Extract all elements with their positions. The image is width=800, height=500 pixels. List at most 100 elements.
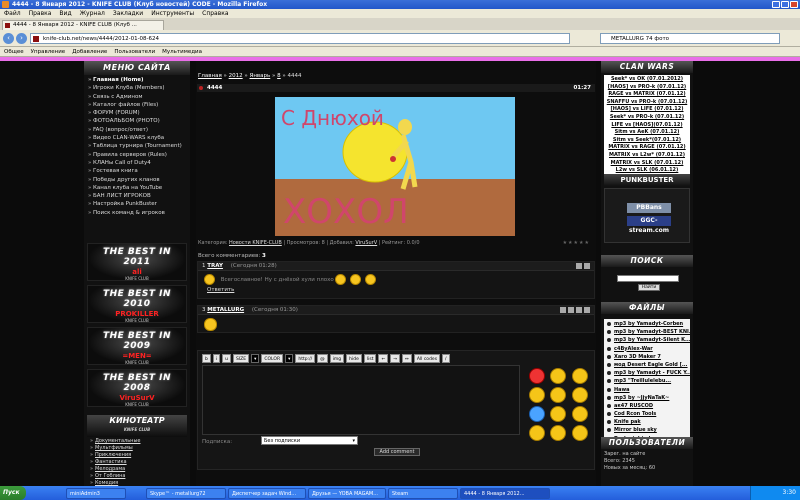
menu-item[interactable]: ФОТОАЛЬБОМ (PHOTO) xyxy=(88,117,188,125)
best-2011-banner[interactable]: THE BEST IN 2011 ali KNIFE CLUB xyxy=(87,243,187,281)
file-item[interactable]: mp3 by ~JjyNaTaK~ xyxy=(607,394,690,402)
best-2010-banner[interactable]: THE BEST IN 2010 PROKILLER KNIFE CLUB xyxy=(87,285,187,323)
pbbans-badge[interactable]: PBBans xyxy=(627,203,671,213)
menu-edit[interactable]: Правка xyxy=(29,10,52,17)
breadcrumb-year[interactable]: 2012 xyxy=(229,73,243,79)
file-item[interactable]: Knife pak xyxy=(607,418,690,426)
smiley-icon[interactable] xyxy=(550,368,567,384)
best-2008-banner[interactable]: THE BEST IN 2008 ViruSurV KNIFE CLUB xyxy=(87,369,187,407)
war-item[interactable]: [HAOS] vs LIFE (07.01.12) xyxy=(604,106,690,114)
smiley-icon[interactable] xyxy=(550,387,567,403)
menu-item[interactable]: Правила серверов (Rules) xyxy=(88,151,188,159)
smiley-icon[interactable] xyxy=(550,406,567,422)
menu-item[interactable]: Связь с Админом xyxy=(88,93,188,101)
bold-button[interactable]: b xyxy=(202,354,211,363)
italic-button[interactable]: i xyxy=(212,354,221,363)
file-item[interactable]: Xaro 3D Maker 7 xyxy=(607,353,690,361)
comment-rate-icon[interactable] xyxy=(576,263,582,269)
link-button[interactable]: http:// xyxy=(295,354,316,363)
post-image[interactable]: С Днюхой ХОХОЛ xyxy=(275,97,515,236)
tab-active[interactable]: 4444 - 8 Января 2012 - KNIFE CLUB (Клуб … xyxy=(2,20,164,30)
bookmark-add[interactable]: Добавление xyxy=(72,49,107,55)
taskbar-item[interactable]: Steam xyxy=(388,487,458,499)
search-field[interactable]: METALLURG 74 фото xyxy=(600,33,780,44)
underline-button[interactable]: u xyxy=(222,354,231,363)
menu-item[interactable]: КЛАНы Call of Duty4 xyxy=(88,159,188,167)
smiley-icon[interactable] xyxy=(529,425,546,441)
menu-bookmarks[interactable]: Закладки xyxy=(113,10,143,17)
back-button[interactable]: ‹ xyxy=(3,33,14,44)
menu-item[interactable]: БАН ЛИСТ ИГРОКОВ xyxy=(88,192,188,200)
taskbar-item[interactable]: Skype™ - metallurg72 xyxy=(146,487,226,499)
comment-quote-icon[interactable] xyxy=(584,307,590,313)
menu-item[interactable]: Главная (Home) xyxy=(88,76,188,84)
menu-item[interactable]: Видео CLAN-WARS клуба xyxy=(88,134,188,142)
taskbar-item[interactable]: Диспетчер задач Wind... xyxy=(228,487,306,499)
smiley-icon[interactable] xyxy=(529,387,546,403)
hide-button[interactable]: hide xyxy=(346,354,362,363)
email-button[interactable]: @ xyxy=(317,354,328,363)
rating-stars[interactable]: ★★★★★ xyxy=(563,240,590,247)
comment-edit-icon[interactable] xyxy=(568,307,574,313)
war-item[interactable]: Seek* vs OK (07.01.2012) xyxy=(604,76,690,84)
add-comment-button[interactable]: Add comment xyxy=(374,448,420,456)
forward-button[interactable]: › xyxy=(16,33,27,44)
comment-author[interactable]: METALLURG xyxy=(207,307,244,313)
minimize-button[interactable] xyxy=(772,1,780,8)
menu-item[interactable]: ФОРУМ (FORUM) xyxy=(88,109,188,117)
war-item[interactable]: LIFE vs [HAOS](07.01.12) xyxy=(604,122,690,130)
img-button[interactable]: img xyxy=(329,354,345,363)
comment-author[interactable]: TRAY xyxy=(207,263,223,269)
file-item[interactable]: mp3 by Yamadyt-BEST KNI... xyxy=(607,328,690,336)
url-bar[interactable]: knife-club.net/news/4444/2012-01-08-624 xyxy=(30,33,570,44)
war-item[interactable]: SNAFFU vs PRO-k (07.01.12) xyxy=(604,99,690,107)
bookmark-media[interactable]: Мультимедиа xyxy=(162,49,202,55)
file-item[interactable]: mp3 by Yamadyt-Corben xyxy=(607,320,690,328)
align-right-button[interactable]: → xyxy=(390,354,401,363)
smiley-icon[interactable] xyxy=(550,425,567,441)
breadcrumb-home[interactable]: Главная xyxy=(198,73,222,79)
menu-item[interactable]: Гостевая книга xyxy=(88,167,188,175)
menu-view[interactable]: Вид xyxy=(59,10,71,17)
comment-rate-icon[interactable] xyxy=(560,307,566,313)
war-item[interactable]: RAGE vs MATRIX (07.01.12) xyxy=(604,91,690,99)
color-dropdown-icon[interactable]: ▾ xyxy=(285,354,294,363)
meta-category[interactable]: Новости KNIFE-CLUB xyxy=(229,240,282,246)
comment-textarea[interactable] xyxy=(202,365,520,435)
file-item[interactable]: ак47 RUSCOD xyxy=(607,402,690,410)
taskbar-item[interactable]: miniAdmin3 xyxy=(66,487,126,499)
cinema-item[interactable]: Документальные xyxy=(90,438,190,445)
menu-history[interactable]: Журнал xyxy=(80,10,105,17)
angry-smiley-icon[interactable] xyxy=(529,368,546,384)
war-item[interactable]: Sitm vs AeK (07.01.12) xyxy=(604,129,690,137)
file-item[interactable]: mp3 by Yamadyt - FUCK Y... xyxy=(607,369,690,377)
war-item[interactable]: MATRIX vs RAGE (07.01.12) xyxy=(604,144,690,152)
war-item[interactable]: MATRIX vs L2w* (07.01.12) xyxy=(604,152,690,160)
war-item[interactable]: Sitm vs Seek*(07.01.12) xyxy=(604,137,690,145)
best-2009-banner[interactable]: THE BEST IN 2009 =MEN= KNIFE CLUB xyxy=(87,327,187,365)
list-button[interactable]: list xyxy=(363,354,377,363)
file-item[interactable]: mp3 by Yamadyt-Silent K... xyxy=(607,336,690,344)
menu-item[interactable]: Таблица турнира (Tournament) xyxy=(88,142,188,150)
file-item[interactable]: mp3 "Treillulelebu... xyxy=(607,377,690,385)
site-search-input[interactable] xyxy=(617,275,679,282)
war-item[interactable]: [HAOS] vs PRO-k (07.01.12) xyxy=(604,84,690,92)
close-button[interactable] xyxy=(790,1,798,8)
menu-item[interactable]: Победы других кланов xyxy=(88,176,188,184)
menu-help[interactable]: Справка xyxy=(202,10,228,17)
start-button[interactable]: Пуск xyxy=(0,486,26,500)
smiley-icon[interactable] xyxy=(571,425,588,441)
breadcrumb-day[interactable]: 8 xyxy=(277,73,281,79)
color-select[interactable]: COLOR xyxy=(261,354,284,363)
cinema-item[interactable]: Мелодрама xyxy=(90,466,190,473)
war-item[interactable]: Seek* vs PRO-k (07.01.12) xyxy=(604,114,690,122)
cinema-item[interactable]: Мультфильмы xyxy=(90,445,190,452)
menu-item[interactable]: Игроки Клуба (Members) xyxy=(88,84,188,92)
align-left-button[interactable]: ← xyxy=(378,354,389,363)
taskbar-item[interactable]: Друзья — YOBA MAGAM... xyxy=(308,487,386,499)
file-item[interactable]: Mirror blue sky xyxy=(607,426,690,434)
menu-tools[interactable]: Инструменты xyxy=(151,10,194,17)
close-tags-button[interactable]: / xyxy=(442,354,450,363)
sad-smiley-icon[interactable] xyxy=(529,406,546,422)
menu-item[interactable]: Настройка PunkBuster xyxy=(88,200,188,208)
